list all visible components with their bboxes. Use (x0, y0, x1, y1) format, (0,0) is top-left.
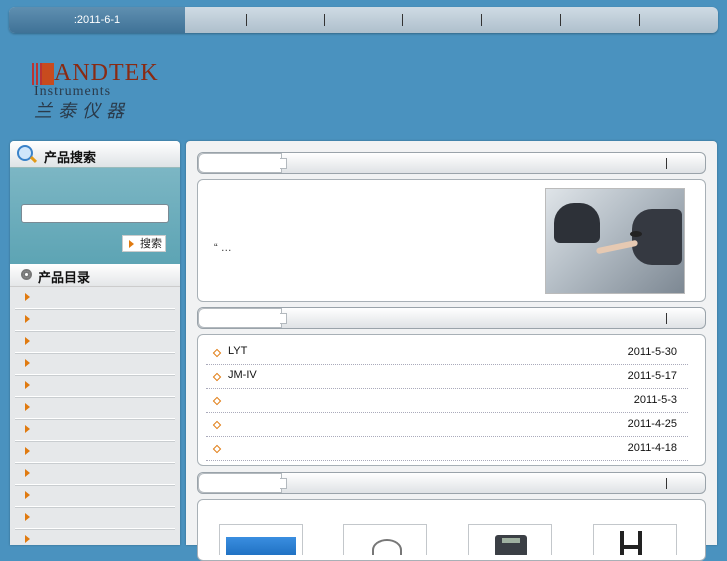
arrow-right-icon (25, 315, 30, 323)
product-thumbnail[interactable] (343, 524, 427, 555)
news-date: 2011-5-3 (633, 394, 677, 406)
catalog-item[interactable] (15, 441, 175, 463)
news-date: 2011-5-17 (627, 370, 677, 382)
logo-block-icon (42, 63, 54, 85)
company-logo[interactable]: ANDTEK Instruments 兰泰仪器 (32, 60, 159, 121)
catalog-item[interactable] (15, 375, 175, 397)
arrow-right-icon (25, 381, 30, 389)
product-search-header: 产品搜索 (10, 141, 180, 168)
product-thumbnail[interactable] (468, 524, 552, 555)
arrow-right-icon (25, 359, 30, 367)
diamond-bullet-icon (212, 444, 222, 454)
search-button[interactable]: 搜索 (122, 235, 166, 252)
diamond-bullet-icon (212, 420, 222, 430)
arrow-right-icon (25, 447, 30, 455)
more-separator (666, 478, 667, 489)
nav-separator (402, 14, 403, 26)
news-title[interactable]: LYT (228, 345, 247, 357)
news-title[interactable]: JM-IV (228, 369, 257, 381)
intro-section-header (197, 152, 706, 174)
nav-separator (639, 14, 640, 26)
current-date: :2011-6-1 (9, 7, 185, 33)
arrow-right-icon (25, 337, 30, 345)
news-section-header (197, 307, 706, 329)
nav-separator (560, 14, 561, 26)
products-section-header (197, 472, 706, 494)
more-separator (666, 158, 667, 169)
diamond-bullet-icon (212, 372, 222, 382)
diamond-bullet-icon (212, 348, 222, 358)
news-item[interactable]: 2011-5-3 (206, 389, 688, 413)
catalog-item[interactable] (15, 419, 175, 441)
catalog-item[interactable] (15, 507, 175, 529)
main-content: “ … LYT 2011-5-30 JM-IV 2011-5-17 2011-5-3 20… (186, 141, 717, 561)
nav-separator (324, 14, 325, 26)
arrow-right-icon (25, 491, 30, 499)
catalog-item[interactable] (15, 529, 175, 545)
news-date: 2011-5-30 (627, 346, 677, 358)
arrow-right-icon (25, 403, 30, 411)
magnifier-icon (17, 145, 33, 161)
catalog-item[interactable] (15, 485, 175, 507)
product-catalog-header: 产品目录 (10, 264, 180, 287)
news-item[interactable]: LYT 2011-5-30 (206, 341, 688, 365)
news-box: LYT 2011-5-30 JM-IV 2011-5-17 2011-5-3 2011-4… (197, 334, 706, 466)
news-date: 2011-4-18 (627, 442, 677, 454)
business-handshake-photo (545, 188, 685, 294)
search-area: 搜索 (10, 168, 180, 264)
section-tab[interactable] (198, 473, 287, 493)
catalog-item[interactable] (15, 331, 175, 353)
product-thumbnail[interactable] (219, 524, 303, 555)
product-thumbnail[interactable] (593, 524, 677, 555)
arrow-right-icon (25, 425, 30, 433)
catalog-item[interactable] (15, 463, 175, 485)
arrow-right-icon (25, 535, 30, 543)
products-box (197, 499, 706, 561)
intro-text: “ … (214, 242, 232, 254)
radio-bullet-icon (21, 269, 32, 280)
catalog-item[interactable] (15, 287, 175, 309)
product-search-title: 产品搜索 (44, 150, 97, 165)
catalog-item[interactable] (15, 397, 175, 419)
nav-separator (481, 14, 482, 26)
section-tab[interactable] (198, 308, 287, 328)
logo-brand: ANDTEK (54, 60, 159, 86)
news-item[interactable]: JM-IV 2011-5-17 (206, 365, 688, 389)
arrow-right-icon (25, 469, 30, 477)
sidebar: 产品搜索 搜索 产品目录 (10, 141, 180, 545)
catalog-item[interactable] (15, 353, 175, 375)
more-separator (666, 313, 667, 324)
diamond-bullet-icon (212, 396, 222, 406)
news-item[interactable]: 2011-4-18 (206, 437, 688, 461)
product-catalog-title: 产品目录 (38, 270, 91, 285)
nav-separator (246, 14, 247, 26)
news-date: 2011-4-25 (627, 418, 677, 430)
intro-box: “ … (197, 179, 706, 302)
top-nav-bar: :2011-6-1 (9, 7, 718, 33)
catalog-item[interactable] (15, 309, 175, 331)
logo-chinese-name: 兰泰仪器 (34, 101, 130, 121)
arrow-right-icon (25, 293, 30, 301)
news-item[interactable]: 2011-4-25 (206, 413, 688, 437)
section-tab[interactable] (198, 153, 287, 173)
arrow-right-icon (25, 513, 30, 521)
search-input[interactable] (21, 204, 169, 223)
